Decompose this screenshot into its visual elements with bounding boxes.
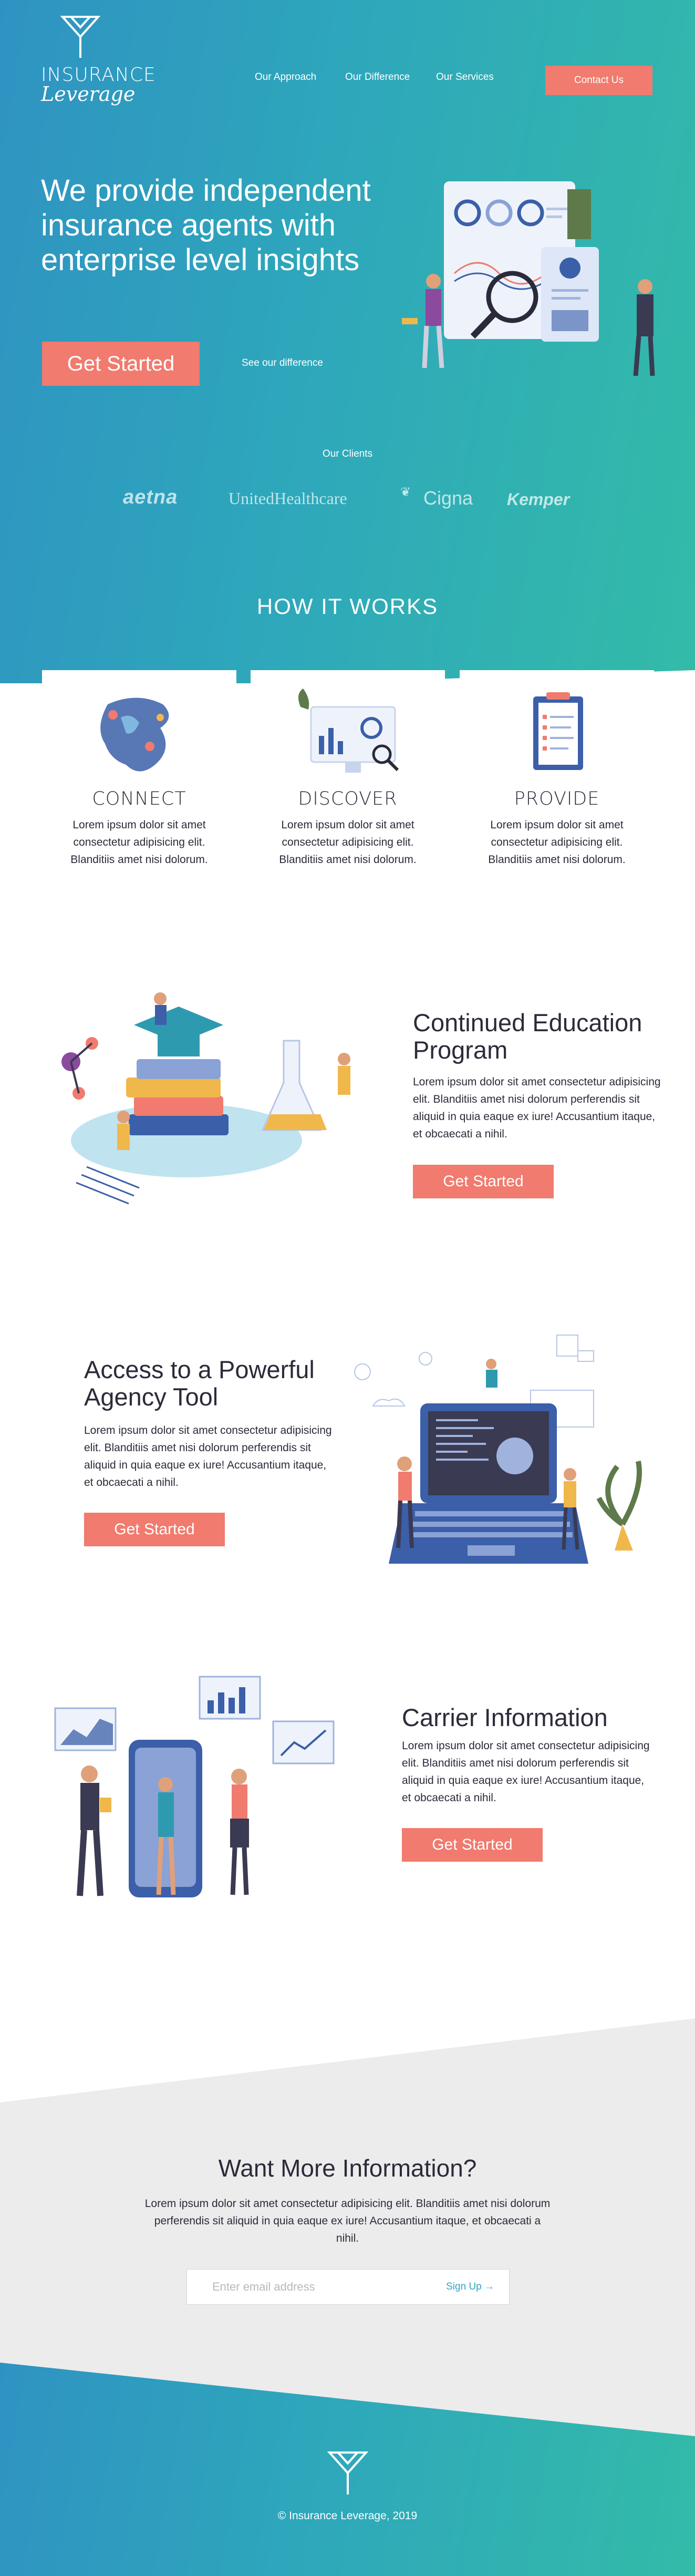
card-title-discover: DISCOVER (298, 788, 398, 809)
card-title-connect: CONNECT (92, 788, 186, 809)
analytics-monitor-illustration (298, 689, 399, 773)
carrier-team-illustration (54, 1676, 335, 1897)
contact-us-button[interactable]: Contact Us (545, 66, 652, 95)
card-text-provide: Lorem ipsum dolor sit amet consectetur a… (488, 819, 626, 866)
checklist-clipboard-illustration (533, 692, 583, 770)
info-text: Lorem ipsum dolor sit amet consectetur a… (144, 2198, 551, 2244)
brand-name-line2: Leverage (41, 83, 136, 106)
card-text-connect: Lorem ipsum dolor sit amet consectetur a… (70, 819, 208, 866)
hero-illustration (402, 181, 655, 376)
card-title-provide: PROVIDE (514, 788, 600, 809)
card-discover: DISCOVER Lorem ipsum dolor sit amet cons… (251, 670, 445, 896)
email-signup-form: Sign Up → (186, 2269, 510, 2305)
client-logo-cigna: Cigna (423, 487, 473, 509)
footer-logo-icon[interactable] (326, 2449, 369, 2498)
feature-text-carrier: Lorem ipsum dolor sit amet consectetur a… (402, 1740, 650, 1804)
feature-title-education: Continued Education Program (413, 1009, 642, 1064)
agency-tool-get-started-button[interactable]: Get Started (84, 1513, 225, 1546)
hero-get-started-button[interactable]: Get Started (42, 342, 200, 386)
sign-up-button[interactable]: Sign Up → (446, 2281, 494, 2293)
hero-title: We provide independent insurance agents … (41, 173, 371, 277)
card-provide: PROVIDE Lorem ipsum dolor sit amet conse… (460, 670, 654, 896)
client-logo-unitedhealthcare: UnitedHealthcare (229, 489, 347, 508)
world-map-illustration (100, 697, 169, 772)
nav-our-difference[interactable]: Our Difference (345, 71, 410, 83)
email-input[interactable] (212, 2270, 422, 2304)
feature-text-education: Lorem ipsum dolor sit amet consectetur a… (413, 1076, 661, 1140)
card-text-discover: Lorem ipsum dolor sit amet consectetur a… (279, 819, 417, 866)
feature-text-agency-tool: Lorem ipsum dolor sit amet consectetur a… (84, 1424, 332, 1489)
carrier-get-started-button[interactable]: Get Started (402, 1828, 543, 1862)
card-connect: CONNECT Lorem ipsum dolor sit amet conse… (42, 670, 236, 896)
logo-mark-icon (60, 16, 101, 58)
education-get-started-button[interactable]: Get Started (413, 1165, 554, 1198)
laptop-illustration (354, 1335, 642, 1564)
info-title: Want More Information? (218, 2154, 477, 2182)
feature-title-agency-tool: Access to a Powerful Agency Tool (84, 1356, 315, 1411)
nav-our-services[interactable]: Our Services (436, 71, 494, 83)
education-illustration (61, 992, 350, 1205)
clients-title: Our Clients (322, 448, 373, 459)
copyright: © Insurance Leverage, 2019 (277, 2510, 418, 2522)
client-logo-aetna: aetna (123, 486, 178, 508)
nav-our-approach[interactable]: Our Approach (255, 71, 316, 83)
brand-logo[interactable]: INSURANCE Leverage (41, 14, 155, 106)
see-our-difference-link[interactable]: See our difference (242, 357, 323, 369)
client-logo-kemper: Kemper (507, 490, 570, 509)
how-it-works-title: HOW IT WORKS (256, 594, 439, 619)
feature-title-carrier: Carrier Information (402, 1703, 608, 1731)
cigna-tree-icon: ❦ (400, 485, 411, 499)
